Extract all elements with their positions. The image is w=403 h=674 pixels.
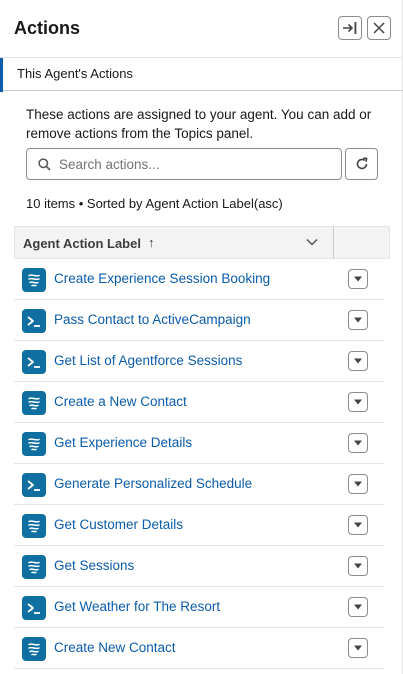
action-link[interactable]: Pass Contact to ActiveCampaign xyxy=(54,312,251,327)
row-actions-button[interactable] xyxy=(348,556,368,576)
search-box[interactable] xyxy=(26,148,342,180)
panel-header: Actions xyxy=(0,0,403,57)
action-link[interactable]: Get Weather for The Resort xyxy=(54,599,220,614)
caret-down-icon xyxy=(354,276,362,282)
row-actions-button[interactable] xyxy=(348,474,368,494)
panel-title: Actions xyxy=(14,18,81,38)
row-actions-button[interactable] xyxy=(348,638,368,658)
flow-icon xyxy=(22,637,46,661)
row-actions-button[interactable] xyxy=(348,433,368,453)
list-summary: 10 items • Sorted by Agent Action Label(… xyxy=(26,196,283,211)
caret-down-icon xyxy=(354,563,362,569)
close-button[interactable] xyxy=(367,16,391,40)
flow-icon xyxy=(22,555,46,579)
action-link[interactable]: Get Customer Details xyxy=(54,517,183,532)
caret-down-icon xyxy=(354,604,362,610)
flow-icon xyxy=(22,268,46,292)
refresh-icon xyxy=(356,157,368,170)
dock-right-button[interactable] xyxy=(338,16,362,40)
sort-arrow-icon: ↑ xyxy=(148,235,155,250)
row-actions-button[interactable] xyxy=(348,351,368,371)
caret-down-icon xyxy=(354,522,362,528)
flow-icon xyxy=(22,514,46,538)
column-header-label[interactable]: Agent Action Label xyxy=(23,236,141,251)
action-link[interactable]: Get List of Agentforce Sessions xyxy=(54,353,242,368)
search-icon xyxy=(38,158,51,171)
actions-table: Agent Action Label ↑ Create Experience S… xyxy=(14,226,390,669)
caret-down-icon xyxy=(354,481,362,487)
search-input[interactable] xyxy=(59,149,339,179)
action-link[interactable]: Create Experience Session Booking xyxy=(54,271,270,286)
apex-icon xyxy=(22,473,46,497)
table-row: Get Customer Details xyxy=(14,505,384,546)
chevron-down-icon[interactable] xyxy=(305,235,319,249)
row-actions-button[interactable] xyxy=(348,515,368,535)
apex-icon xyxy=(22,596,46,620)
row-actions-button[interactable] xyxy=(348,269,368,289)
caret-down-icon xyxy=(354,317,362,323)
table-row: Get List of Agentforce Sessions xyxy=(14,341,384,382)
flow-icon xyxy=(22,391,46,415)
panel-description: These actions are assigned to your agent… xyxy=(26,107,372,141)
flow-icon xyxy=(22,432,46,456)
refresh-button[interactable] xyxy=(345,148,378,180)
apex-icon xyxy=(22,309,46,333)
action-link[interactable]: Get Sessions xyxy=(54,558,134,573)
table-row: Create a New Contact xyxy=(14,382,384,423)
table-body: Create Experience Session Booking Pass Co… xyxy=(14,259,390,669)
actions-panel: Actions This Agent's Actions These actio… xyxy=(0,0,403,674)
caret-down-icon xyxy=(354,399,362,405)
caret-down-icon xyxy=(354,358,362,364)
table-row: Pass Contact to ActiveCampaign xyxy=(14,300,384,341)
action-link[interactable]: Create a New Contact xyxy=(54,394,187,409)
action-link[interactable]: Create New Contact xyxy=(54,640,176,655)
column-divider xyxy=(333,227,334,258)
caret-down-icon xyxy=(354,645,362,651)
table-row: Get Experience Details xyxy=(14,423,384,464)
row-actions-button[interactable] xyxy=(348,392,368,412)
action-link[interactable]: Generate Personalized Schedule xyxy=(54,476,252,491)
table-header[interactable]: Agent Action Label ↑ xyxy=(14,226,390,259)
caret-down-icon xyxy=(354,440,362,446)
row-actions-button[interactable] xyxy=(348,597,368,617)
tab-this-agents-actions[interactable]: This Agent's Actions xyxy=(0,58,147,92)
dock-right-icon xyxy=(343,22,357,34)
table-row: Create Experience Session Booking xyxy=(14,259,384,300)
table-row: Generate Personalized Schedule xyxy=(14,464,384,505)
table-row: Get Weather for The Resort xyxy=(14,587,384,628)
close-icon xyxy=(373,22,385,34)
table-row: Create New Contact xyxy=(14,628,384,669)
table-row: Get Sessions xyxy=(14,546,384,587)
tab-bar: This Agent's Actions xyxy=(0,57,403,92)
apex-icon xyxy=(22,350,46,374)
row-actions-button[interactable] xyxy=(348,310,368,330)
action-link[interactable]: Get Experience Details xyxy=(54,435,192,450)
